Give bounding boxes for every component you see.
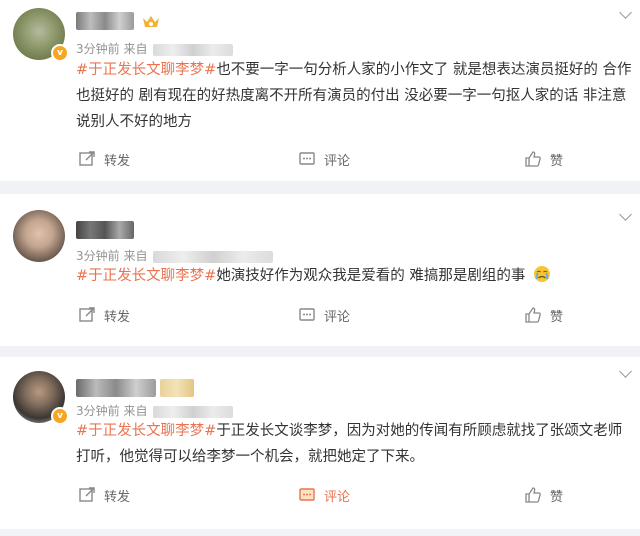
post-time: 3分钟前 <box>76 42 120 56</box>
comment-button[interactable]: 评论 <box>298 303 350 327</box>
post-source-prefix: 来自 <box>123 249 148 263</box>
post-source[interactable] <box>153 43 234 56</box>
post-time: 3分钟前 <box>76 249 120 263</box>
thumbs-up-icon <box>525 307 541 323</box>
comment-label: 评论 <box>324 309 351 325</box>
post-source-prefix: 来自 <box>123 42 148 56</box>
post-source-prefix: 来自 <box>123 404 148 418</box>
thumbs-up-icon <box>525 151 541 167</box>
verified-badge-icon: v <box>51 407 69 425</box>
repost-icon <box>79 487 95 502</box>
weibo-post: v 3分钟前 来自 #于正发长文聊李梦#于正发长文谈李梦，因为对她的传闻有所顾虑… <box>0 357 640 529</box>
comment-button[interactable]: 评论 <box>298 483 350 507</box>
username[interactable] <box>76 12 134 30</box>
comment-button[interactable]: 评论 <box>298 147 350 171</box>
hashtag-link[interactable]: #于正发长文聊李梦# <box>76 423 216 439</box>
repost-icon <box>79 151 95 166</box>
repost-label: 转发 <box>104 489 131 505</box>
repost-label: 转发 <box>104 153 131 169</box>
comment-icon <box>299 152 315 165</box>
post-content: #于正发长文聊李梦#于正发长文谈李梦，因为对她的传闻有所顾虑就找了张颂文老师打听… <box>76 418 632 470</box>
action-bar: 转发 评论 赞 <box>0 147 640 171</box>
repost-button[interactable]: 转发 <box>78 483 130 507</box>
thumbs-up-icon <box>525 487 541 503</box>
post-time: 3分钟前 <box>76 404 120 418</box>
post-source[interactable] <box>153 405 234 418</box>
post-content: #于正发长文聊李梦#也不要一字一句分析人家的小作文了 就是想表达演员挺好的 合作… <box>76 57 632 135</box>
chevron-down-icon[interactable] <box>619 208 632 221</box>
post-meta: 3分钟前 来自 <box>76 40 234 57</box>
repost-button[interactable]: 转发 <box>78 147 130 171</box>
post-source[interactable] <box>153 250 274 263</box>
chevron-down-icon[interactable] <box>619 6 632 19</box>
post-meta: 3分钟前 来自 <box>76 247 274 264</box>
like-button[interactable]: 赞 <box>524 303 563 327</box>
comment-label: 评论 <box>324 153 351 169</box>
post-content: #于正发长文聊李梦#她演技好作为观众我是爱看的 难搞那是剧组的事 <box>76 263 632 289</box>
action-bar: 转发 评论 赞 <box>0 483 640 507</box>
repost-icon <box>79 307 95 322</box>
like-label: 赞 <box>550 489 564 505</box>
post-text: 她演技好作为观众我是爱看的 难搞那是剧组的事 <box>216 268 526 284</box>
crying-emoji <box>534 266 551 282</box>
avatar[interactable] <box>13 210 65 262</box>
weibo-post: 3分钟前 来自 #于正发长文聊李梦#她演技好作为观众我是爱看的 难搞那是剧组的事… <box>0 194 640 346</box>
action-bar: 转发 评论 赞 <box>0 303 640 327</box>
like-label: 赞 <box>550 153 564 169</box>
weibo-post: v 3分钟前 来自 #于正发长文聊李梦#也不要一字一句分析人家的小作文了 就是想… <box>0 0 640 181</box>
chevron-down-icon[interactable] <box>619 365 632 378</box>
member-badge-icon <box>160 379 194 397</box>
comment-label: 评论 <box>324 489 351 505</box>
like-button[interactable]: 赞 <box>524 483 563 507</box>
like-button[interactable]: 赞 <box>524 147 563 171</box>
username[interactable] <box>76 221 134 239</box>
repost-label: 转发 <box>104 309 131 325</box>
hashtag-link[interactable]: #于正发长文聊李梦# <box>76 62 216 78</box>
comment-icon <box>299 488 315 501</box>
repost-button[interactable]: 转发 <box>78 303 130 327</box>
crown-icon <box>143 16 159 27</box>
like-label: 赞 <box>550 309 564 325</box>
verified-badge-icon: v <box>51 44 69 62</box>
username[interactable] <box>76 379 156 397</box>
hashtag-link[interactable]: #于正发长文聊李梦# <box>76 268 216 284</box>
comment-icon <box>299 308 315 321</box>
post-meta: 3分钟前 来自 <box>76 402 234 419</box>
